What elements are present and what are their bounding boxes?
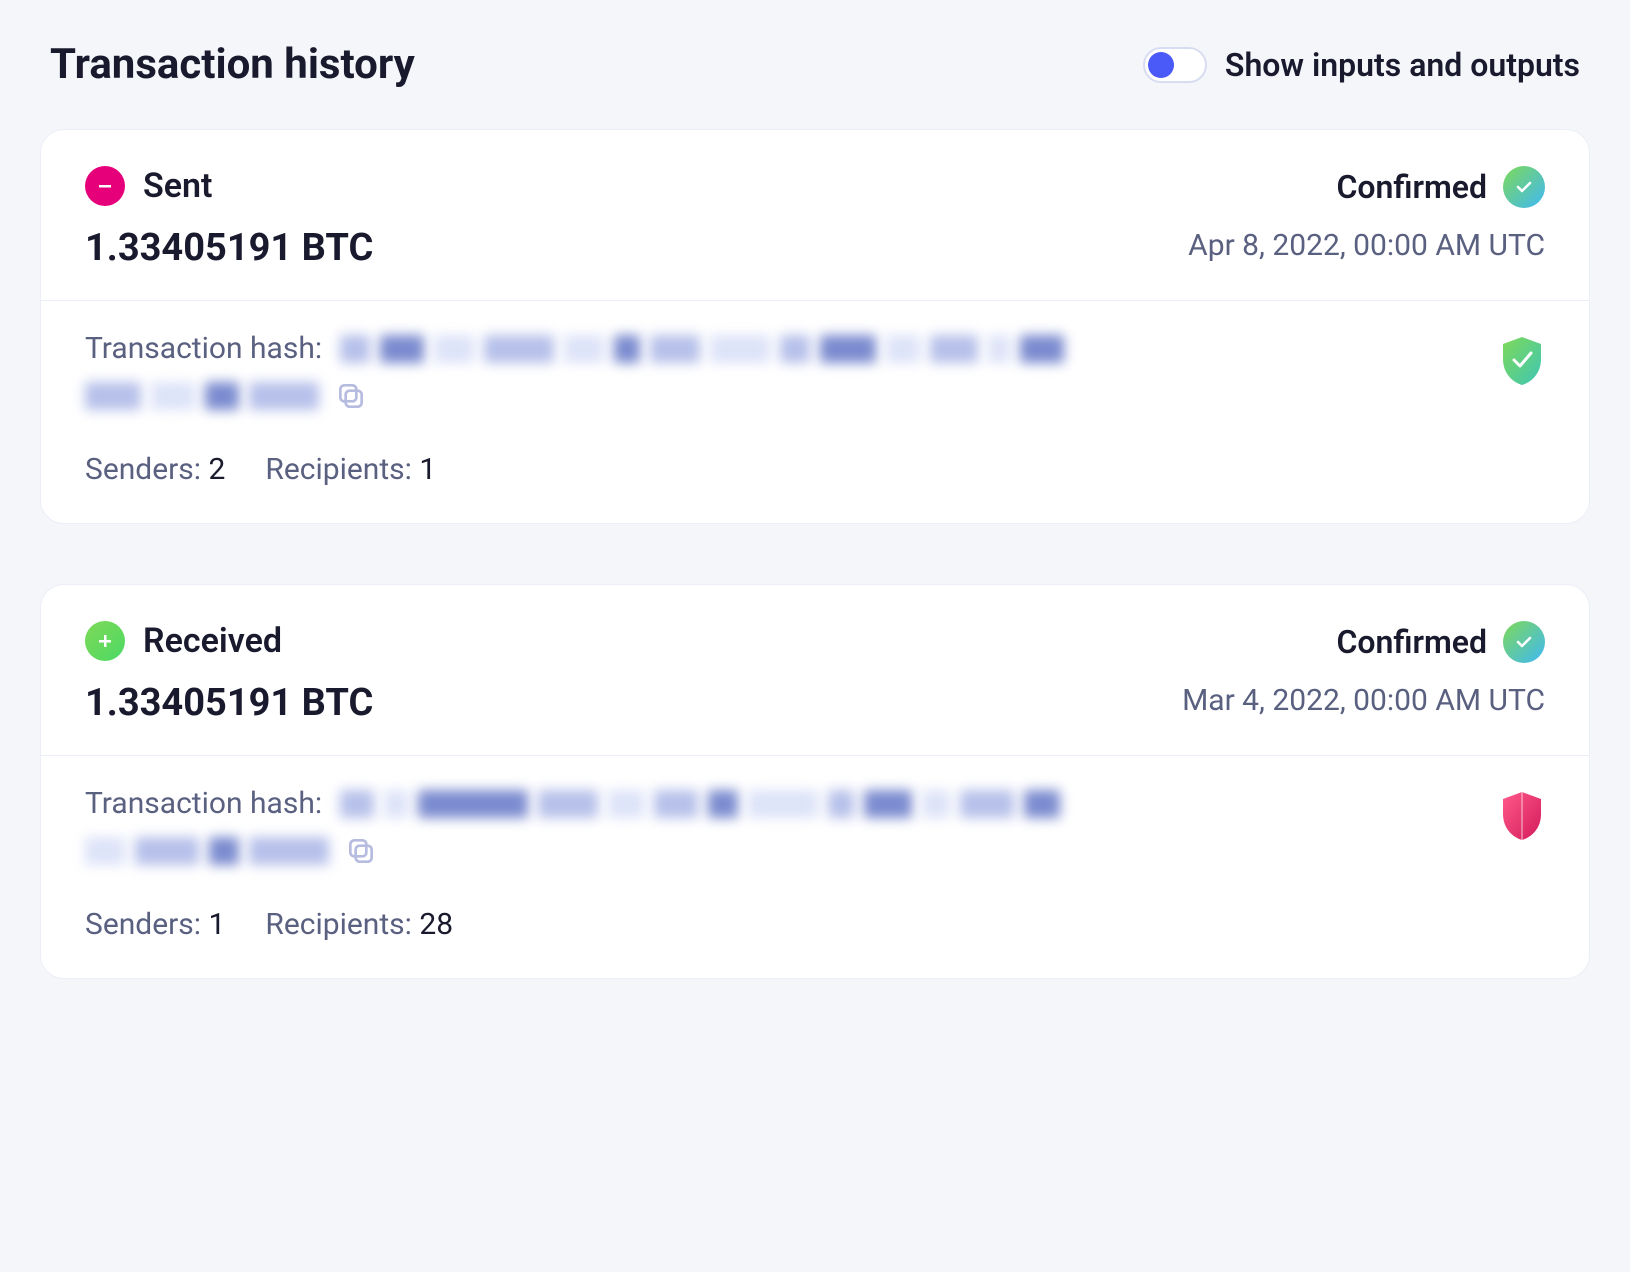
hash-redacted — [960, 790, 1014, 818]
header-row: Transaction history Show inputs and outp… — [40, 40, 1590, 89]
hash-redacted — [484, 335, 554, 363]
hash-redacted — [384, 790, 408, 818]
hash-area: Transaction hash: — [85, 331, 1481, 487]
card-top: Received 1.33405191 BTC Confirmed Mar 4,… — [41, 585, 1589, 756]
counts-row: Senders: 1 Recipients: 28 — [85, 907, 1481, 942]
transaction-card: Received 1.33405191 BTC Confirmed Mar 4,… — [40, 584, 1590, 979]
shield-area — [1499, 786, 1545, 846]
hash-row-2 — [85, 835, 1481, 867]
toggle-label: Show inputs and outputs — [1225, 46, 1580, 84]
hash-redacted — [434, 335, 474, 363]
tx-date: Apr 8, 2022, 00:00 AM UTC — [1188, 228, 1545, 263]
hash-area: Transaction hash: — [85, 786, 1481, 942]
tx-right: Confirmed Mar 4, 2022, 00:00 AM UTC — [1182, 621, 1545, 718]
senders-label: Senders: 2 — [85, 452, 225, 487]
page-title: Transaction history — [50, 40, 415, 89]
tx-left: Sent 1.33405191 BTC — [85, 166, 373, 270]
hash-redacted — [650, 335, 700, 363]
plus-icon — [85, 621, 125, 661]
hash-redacted — [828, 790, 854, 818]
hash-row-2 — [85, 380, 1481, 412]
check-icon — [1503, 166, 1545, 208]
hash-redacted — [85, 382, 141, 410]
tx-right: Confirmed Apr 8, 2022, 00:00 AM UTC — [1188, 166, 1545, 263]
tx-type: Sent — [143, 166, 212, 206]
hash-redacted — [654, 790, 698, 818]
recipients-label: Recipients: 28 — [265, 907, 453, 942]
hash-row: Transaction hash: — [85, 786, 1481, 821]
senders-count: 2 — [208, 452, 225, 487]
toggle-show-io[interactable] — [1143, 47, 1207, 83]
tx-type: Received — [143, 621, 282, 661]
status-text: Confirmed — [1336, 168, 1487, 206]
tx-date: Mar 4, 2022, 00:00 AM UTC — [1182, 683, 1545, 718]
tx-type-row: Sent — [85, 166, 373, 206]
hash-redacted — [922, 790, 950, 818]
hash-label: Transaction hash: — [85, 331, 322, 366]
hash-redacted — [564, 335, 604, 363]
hash-redacted — [209, 837, 239, 865]
card-bottom: Transaction hash: — [41, 301, 1589, 523]
senders-label: Senders: 1 — [85, 907, 225, 942]
copy-icon[interactable] — [335, 380, 367, 412]
card-top: Sent 1.33405191 BTC Confirmed Apr 8, 202… — [41, 130, 1589, 301]
hash-redacted — [988, 335, 1010, 363]
tx-type-row: Received — [85, 621, 373, 661]
hash-redacted — [614, 335, 640, 363]
minus-icon — [85, 166, 125, 206]
recipients-count: 28 — [419, 907, 453, 942]
hash-redacted — [864, 790, 912, 818]
hash-redacted — [930, 335, 978, 363]
hash-redacted — [708, 790, 738, 818]
status-row: Confirmed — [1336, 166, 1545, 208]
hash-redacted — [151, 382, 195, 410]
hash-label: Transaction hash: — [85, 786, 322, 821]
copy-icon[interactable] — [345, 835, 377, 867]
hash-redacted — [205, 382, 239, 410]
tx-amount: 1.33405191 BTC — [85, 681, 373, 725]
tx-left: Received 1.33405191 BTC — [85, 621, 373, 725]
senders-count: 1 — [208, 907, 225, 942]
hash-redacted — [249, 382, 319, 410]
shield-area — [1499, 331, 1545, 391]
shield-icon — [1499, 335, 1545, 387]
hash-redacted — [418, 790, 528, 818]
hash-redacted — [249, 837, 329, 865]
hash-row: Transaction hash: — [85, 331, 1481, 366]
hash-redacted — [135, 837, 199, 865]
transaction-card: Sent 1.33405191 BTC Confirmed Apr 8, 202… — [40, 129, 1590, 524]
hash-redacted — [1024, 790, 1060, 818]
hash-redacted — [85, 837, 125, 865]
hash-redacted — [710, 335, 770, 363]
status-row: Confirmed — [1336, 621, 1545, 663]
hash-redacted — [340, 790, 374, 818]
recipients-count: 1 — [419, 452, 436, 487]
hash-redacted — [820, 335, 876, 363]
status-text: Confirmed — [1336, 623, 1487, 661]
toggle-wrap: Show inputs and outputs — [1143, 46, 1580, 84]
hash-redacted — [538, 790, 598, 818]
shield-icon — [1499, 790, 1545, 842]
check-icon — [1503, 621, 1545, 663]
hash-redacted — [1020, 335, 1064, 363]
hash-redacted — [380, 335, 424, 363]
card-bottom: Transaction hash: — [41, 756, 1589, 978]
hash-redacted — [340, 335, 370, 363]
toggle-knob — [1148, 52, 1174, 78]
hash-redacted — [886, 335, 920, 363]
tx-amount: 1.33405191 BTC — [85, 226, 373, 270]
hash-redacted — [748, 790, 818, 818]
counts-row: Senders: 2 Recipients: 1 — [85, 452, 1481, 487]
hash-redacted — [780, 335, 810, 363]
hash-redacted — [608, 790, 644, 818]
recipients-label: Recipients: 1 — [265, 452, 436, 487]
